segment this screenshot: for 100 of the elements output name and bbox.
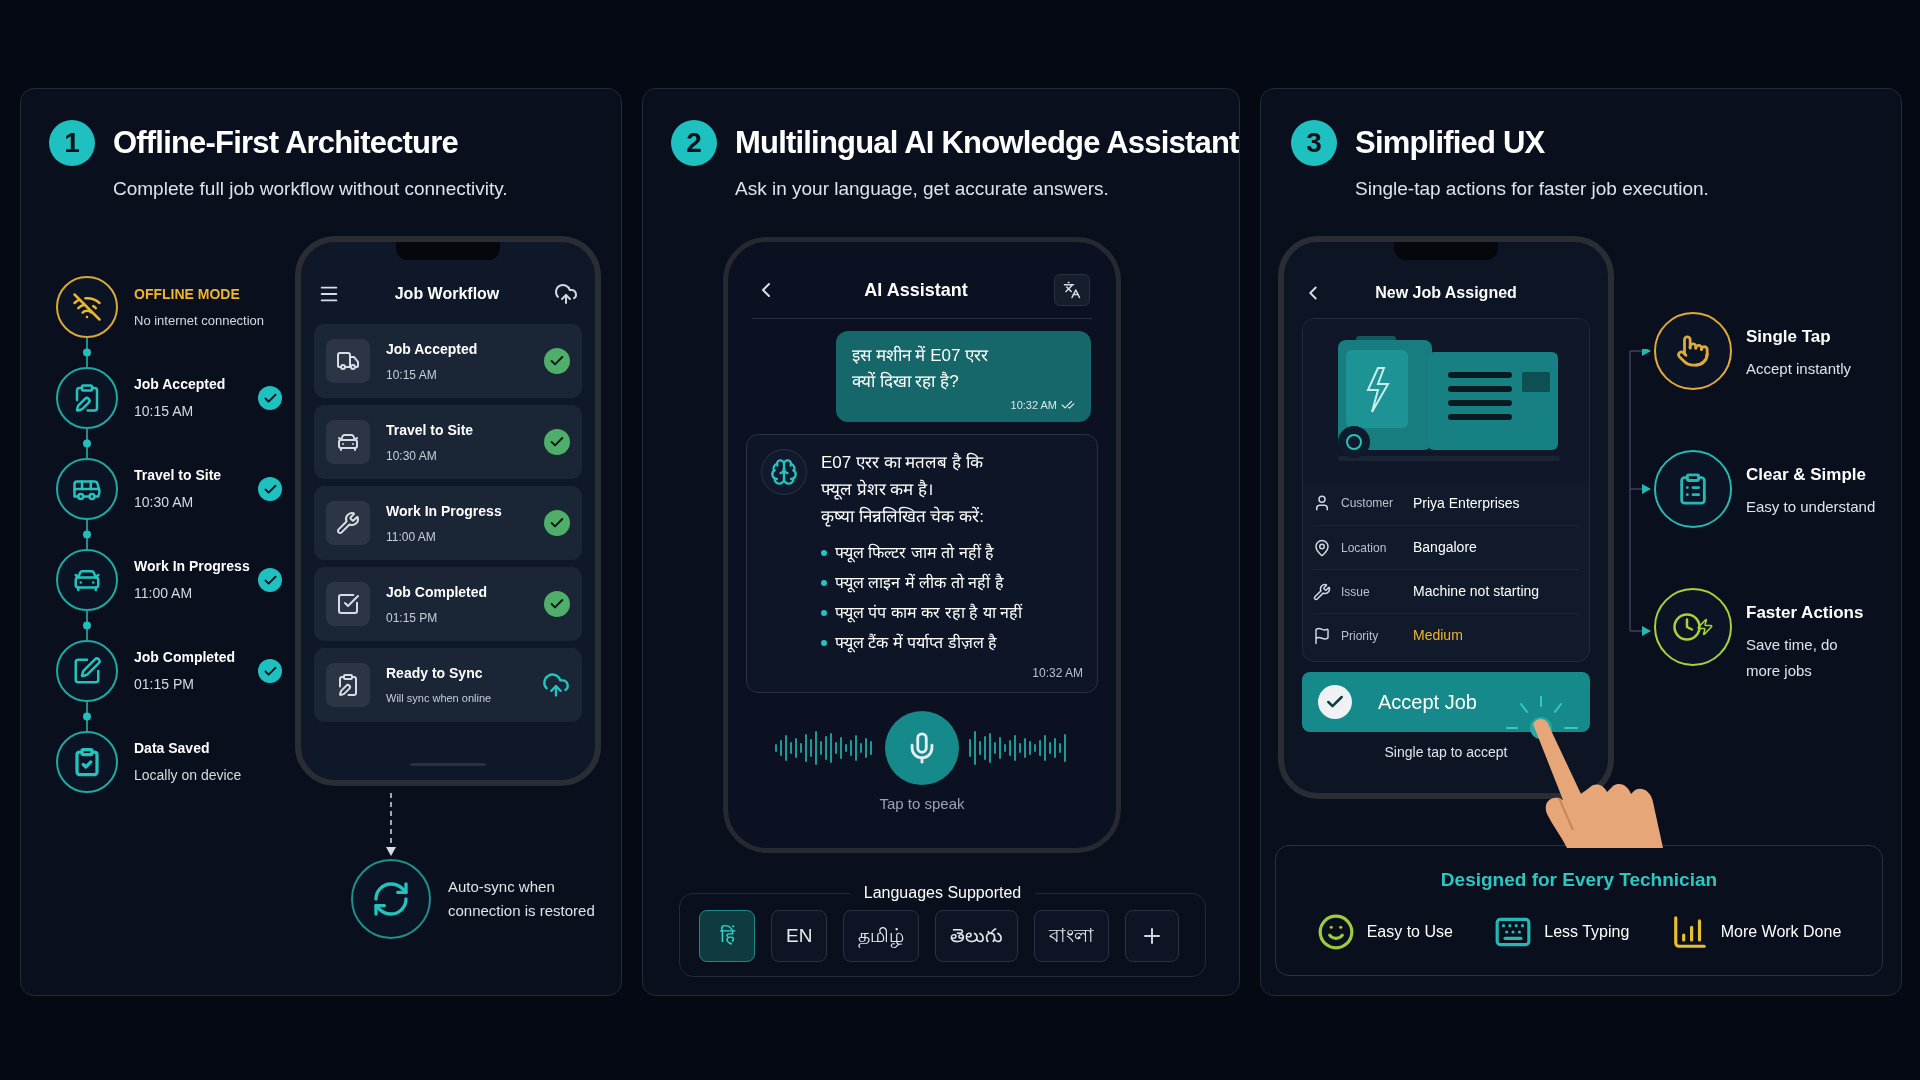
dashed-arrow: [385, 793, 397, 857]
answer-bullet: फ्यूल पंप काम कर रहा है या नहीं: [835, 602, 1023, 625]
check-icon: [544, 348, 570, 374]
timeline-detail: 10:15 AM: [134, 402, 195, 421]
card-detail: 10:30 AM: [386, 447, 438, 465]
detail-label: Issue: [1341, 583, 1371, 601]
workflow-card[interactable]: Job Completed 01:15 PM: [314, 567, 582, 641]
timeline-title: OFFLINE MODE: [134, 284, 241, 304]
timeline-title: Travel to Site: [134, 466, 223, 485]
check-icon: [544, 591, 570, 617]
mic-label: Tap to speak: [879, 793, 965, 814]
timeline-detail: 10:30 AM: [134, 493, 195, 512]
card-detail: 11:00 AM: [386, 528, 437, 546]
answer-bullet: फ्यूल फिल्टर जाम तो नहीं है: [835, 542, 995, 565]
language-button[interactable]: EN: [771, 910, 828, 962]
wrench-icon: [1313, 582, 1331, 601]
workflow-card[interactable]: Travel to Site 10:30 AM: [314, 405, 582, 479]
section-title: Offline-First Architecture: [113, 124, 458, 162]
wrench-icon: [336, 511, 360, 535]
card-title: Job Accepted: [386, 339, 479, 359]
benefit-label: Easy to Use: [1366, 921, 1453, 942]
workflow-card[interactable]: Work In Progress 11:00 AM: [314, 486, 582, 560]
timeline-connector: [82, 429, 92, 458]
card-detail: Will sync when online: [386, 691, 493, 707]
detail-label: Customer: [1341, 495, 1394, 512]
card-detail: 10:15 AM: [386, 366, 438, 384]
pointer-icon: [1676, 334, 1710, 368]
timeline-title: Job Completed: [134, 648, 237, 667]
timeline-detail: 01:15 PM: [134, 675, 195, 694]
section-title: Multilingual AI Knowledge Assistant: [735, 124, 1239, 162]
auto-sync-text: Auto-sync when connection is restored: [448, 877, 595, 921]
check-square-icon: [336, 592, 360, 616]
flag-icon: [1313, 626, 1331, 645]
answer-bullet: फ्यूल लाइन में लीक तो नहीं है: [835, 572, 1004, 595]
card-title: Job Completed: [386, 582, 489, 602]
timeline-detail: No internet connection: [134, 311, 266, 330]
section-number: 1: [49, 120, 95, 167]
detail-value: Medium: [1413, 626, 1463, 645]
section-number: 3: [1291, 120, 1337, 167]
screen-title: AI Assistant: [864, 278, 968, 302]
timeline-connector: [82, 338, 92, 367]
languages-title: Languages Supported: [849, 883, 1036, 903]
question-text: इस मशीन में E07 एरर क्यों दिखा रहा है?: [852, 344, 990, 393]
clipboard-check-icon: [72, 747, 102, 777]
timeline-connector: [82, 611, 92, 640]
timeline-connector: [82, 702, 92, 731]
language-button[interactable]: हिं: [699, 910, 755, 962]
feature-detail: Accept instantly: [1746, 358, 1852, 379]
truck-icon: [336, 349, 360, 373]
section-title: Simplified UX: [1355, 124, 1545, 162]
feature-title: Clear & Simple: [1746, 464, 1867, 486]
card-title: Work In Progress: [386, 501, 503, 521]
cloud-upload-icon[interactable]: [554, 282, 578, 306]
check-icon: [544, 510, 570, 536]
timeline-detail: Locally on device: [134, 766, 243, 785]
person-icon: [1313, 494, 1331, 512]
card-detail: 01:15 PM: [386, 609, 439, 627]
section-subtitle: Complete full job workflow without connectivity.: [113, 176, 509, 201]
button-hint: Single tap to accept: [1384, 743, 1508, 762]
designed-title: Designed for Every Technician: [1440, 868, 1718, 892]
benefit-label: Less Typing: [1544, 921, 1630, 942]
detail-label: Priority: [1341, 627, 1380, 645]
translate-button[interactable]: [1054, 274, 1090, 306]
language-button[interactable]: বাংলা: [1034, 910, 1110, 962]
detail-label: Location: [1341, 539, 1388, 557]
cloud-upload-icon[interactable]: [542, 671, 570, 699]
feature-title: Single Tap: [1746, 326, 1832, 348]
section-subtitle: Ask in your language, get accurate answers.: [735, 176, 1110, 201]
card-title: Ready to Sync: [386, 664, 484, 684]
clock-bolt-icon: [1672, 612, 1714, 642]
answer-bullet: फ्यूल टैंक में पर्याप्त डीज़ल है: [835, 632, 998, 655]
screen-title: New Job Assigned: [1374, 283, 1518, 303]
timeline-detail: 11:00 AM: [134, 584, 194, 603]
feature-detail: Easy to understand: [1746, 496, 1876, 517]
wifi-off-icon: [72, 292, 102, 322]
detail-value: Machine not starting: [1413, 582, 1540, 601]
timeline-title: Job Accepted: [134, 375, 227, 394]
answer-text: E07 एरर का मतलब है कि फ्यूल प्रेशर कम है। कृष्या निन्नलिखित चेक करें:: [821, 451, 985, 529]
section-number: 2: [671, 120, 717, 167]
benefit-label: More Work Done: [1720, 921, 1842, 942]
timeline-title: Work In Progress: [134, 557, 251, 576]
smile-icon: [1316, 912, 1355, 951]
language-button[interactable]: தமிழ்: [843, 910, 920, 962]
card-title: Travel to Site: [386, 420, 475, 440]
detail-value: Priya Enterprises: [1413, 493, 1520, 513]
accept-job-button[interactable]: Accept Job: [1302, 672, 1590, 732]
add-language-button[interactable]: [1125, 910, 1180, 962]
message-time: 10:32 AM: [1032, 664, 1083, 682]
sync-icon: [371, 879, 411, 919]
clipboard-pen-icon: [336, 673, 360, 697]
language-button[interactable]: తెలుగు: [935, 910, 1019, 962]
workflow-card[interactable]: Ready to Sync Will sync when online: [314, 648, 582, 722]
workflow-card[interactable]: Job Accepted 10:15 AM: [314, 324, 582, 398]
detail-value: Bangalore: [1413, 538, 1477, 557]
screen-title: Job Workflow: [394, 284, 500, 304]
map-pin-icon: [1313, 538, 1331, 557]
brain-icon: [770, 457, 798, 486]
message-time: 10:32 AM: [1010, 398, 1057, 413]
check-icon: [544, 429, 570, 455]
timeline-connector: [82, 520, 92, 549]
